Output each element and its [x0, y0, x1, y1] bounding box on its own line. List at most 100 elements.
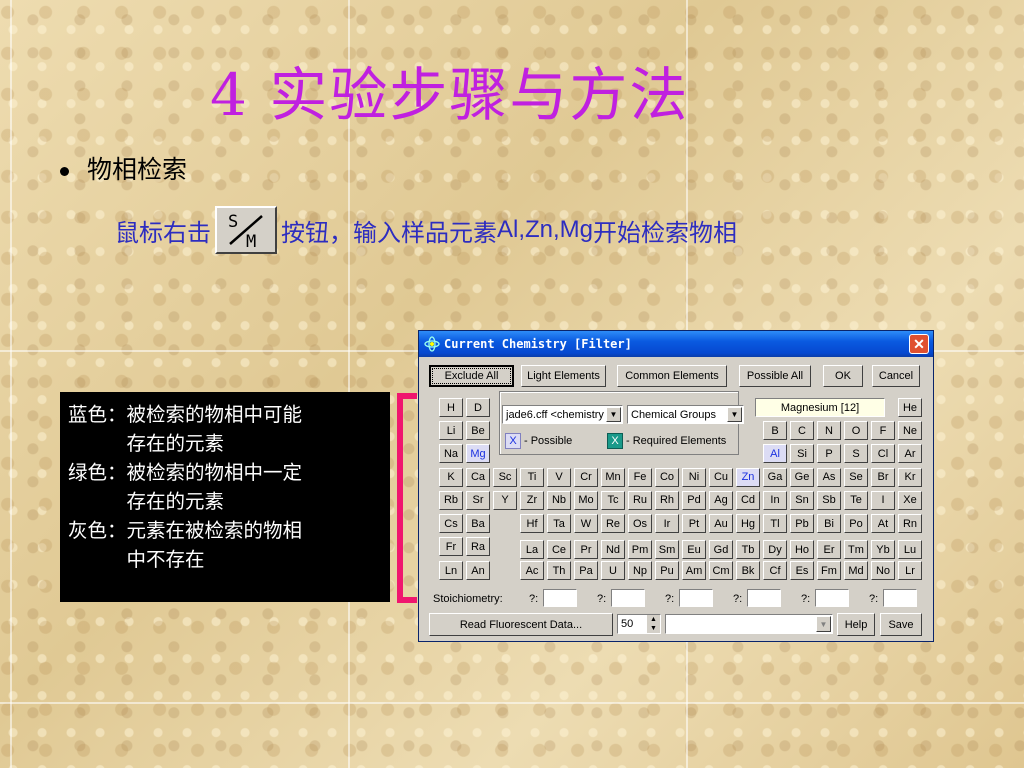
element-button-li[interactable]: Li	[439, 421, 463, 441]
element-button-h[interactable]: H	[439, 398, 463, 417]
element-button-sr[interactable]: Sr	[466, 490, 490, 510]
element-button-c[interactable]: C	[790, 421, 814, 441]
element-button-b[interactable]: B	[763, 421, 787, 441]
element-button-nb[interactable]: Nb	[547, 490, 571, 510]
element-button-v[interactable]: V	[547, 467, 571, 487]
element-button-he[interactable]: He	[898, 398, 922, 417]
help-button[interactable]: Help	[837, 613, 875, 636]
element-button-th[interactable]: Th	[547, 561, 571, 581]
element-button-es[interactable]: Es	[790, 561, 814, 581]
possible-all-button[interactable]: Possible All	[739, 365, 811, 387]
element-button-dy[interactable]: Dy	[763, 540, 787, 560]
element-button-ce[interactable]: Ce	[547, 540, 571, 560]
element-button-ga[interactable]: Ga	[763, 467, 787, 487]
element-button-zr[interactable]: Zr	[520, 490, 544, 510]
search-match-button[interactable]: S M	[215, 206, 277, 254]
stoich-input[interactable]	[543, 589, 577, 607]
element-button-an[interactable]: An	[466, 561, 490, 581]
element-button-rh[interactable]: Rh	[655, 490, 679, 510]
element-button-ta[interactable]: Ta	[547, 514, 571, 533]
element-button-ge[interactable]: Ge	[790, 467, 814, 487]
element-button-i[interactable]: I	[871, 490, 895, 510]
element-button-pr[interactable]: Pr	[574, 540, 598, 560]
element-button-o[interactable]: O	[844, 421, 868, 441]
element-button-k[interactable]: K	[439, 467, 463, 487]
element-button-in[interactable]: In	[763, 490, 787, 510]
element-button-pt[interactable]: Pt	[682, 514, 706, 533]
element-button-md[interactable]: Md	[844, 561, 868, 581]
element-button-pa[interactable]: Pa	[574, 561, 598, 581]
element-button-u[interactable]: U	[601, 561, 625, 581]
element-button-os[interactable]: Os	[628, 514, 652, 533]
element-button-cs[interactable]: Cs	[439, 514, 463, 533]
element-button-tm[interactable]: Tm	[844, 540, 868, 560]
element-button-ru[interactable]: Ru	[628, 490, 652, 510]
element-button-tl[interactable]: Tl	[763, 514, 787, 533]
element-button-ba[interactable]: Ba	[466, 514, 490, 533]
element-button-pm[interactable]: Pm	[628, 540, 652, 560]
element-button-p[interactable]: P	[817, 444, 841, 464]
element-button-ir[interactable]: Ir	[655, 514, 679, 533]
element-button-mo[interactable]: Mo	[574, 490, 598, 510]
element-button-bi[interactable]: Bi	[817, 514, 841, 533]
exclude-all-button[interactable]: Exclude All	[429, 365, 514, 387]
element-button-d[interactable]: D	[466, 398, 490, 417]
chemical-groups-select[interactable]: Chemical Groups ▼	[627, 405, 744, 424]
element-button-s[interactable]: S	[844, 444, 868, 464]
element-button-hg[interactable]: Hg	[736, 514, 760, 533]
element-button-at[interactable]: At	[871, 514, 895, 533]
element-button-tb[interactable]: Tb	[736, 540, 760, 560]
read-fluorescent-button[interactable]: Read Fluorescent Data...	[429, 613, 613, 636]
element-button-cl[interactable]: Cl	[871, 444, 895, 464]
element-button-cd[interactable]: Cd	[736, 490, 760, 510]
stoich-input[interactable]	[815, 589, 849, 607]
element-button-xe[interactable]: Xe	[898, 490, 922, 510]
light-elements-button[interactable]: Light Elements	[521, 365, 606, 387]
element-button-f[interactable]: F	[871, 421, 895, 441]
element-button-te[interactable]: Te	[844, 490, 868, 510]
element-button-ca[interactable]: Ca	[466, 467, 490, 487]
spin-arrows-icon[interactable]: ▲ ▼	[647, 615, 660, 633]
element-button-er[interactable]: Er	[817, 540, 841, 560]
element-button-rb[interactable]: Rb	[439, 490, 463, 510]
database-select[interactable]: jade6.cff <chemistry ▼	[502, 405, 623, 424]
element-button-si[interactable]: Si	[790, 444, 814, 464]
element-button-tc[interactable]: Tc	[601, 490, 625, 510]
element-button-la[interactable]: La	[520, 540, 544, 560]
element-button-re[interactable]: Re	[601, 514, 625, 533]
element-button-kr[interactable]: Kr	[898, 467, 922, 487]
element-button-mg[interactable]: Mg	[466, 444, 490, 464]
close-button[interactable]: ✕	[909, 334, 929, 354]
element-button-as[interactable]: As	[817, 467, 841, 487]
element-button-fe[interactable]: Fe	[628, 467, 652, 487]
element-button-sb[interactable]: Sb	[817, 490, 841, 510]
element-button-sm[interactable]: Sm	[655, 540, 679, 560]
element-button-no[interactable]: No	[871, 561, 895, 581]
element-button-au[interactable]: Au	[709, 514, 733, 533]
element-button-ar[interactable]: Ar	[898, 444, 922, 464]
common-elements-button[interactable]: Common Elements	[617, 365, 727, 387]
element-button-mn[interactable]: Mn	[601, 467, 625, 487]
element-button-am[interactable]: Am	[682, 561, 706, 581]
stoich-input[interactable]	[747, 589, 781, 607]
element-button-lu[interactable]: Lu	[898, 540, 922, 560]
element-button-np[interactable]: Np	[628, 561, 652, 581]
stoich-input[interactable]	[679, 589, 713, 607]
element-button-co[interactable]: Co	[655, 467, 679, 487]
stoich-input[interactable]	[883, 589, 917, 607]
element-button-fr[interactable]: Fr	[439, 537, 463, 557]
spin-field[interactable]: 50 ▲ ▼	[617, 614, 661, 634]
element-button-eu[interactable]: Eu	[682, 540, 706, 560]
element-button-ti[interactable]: Ti	[520, 467, 544, 487]
element-button-ni[interactable]: Ni	[682, 467, 706, 487]
element-button-po[interactable]: Po	[844, 514, 868, 533]
element-button-gd[interactable]: Gd	[709, 540, 733, 560]
element-button-na[interactable]: Na	[439, 444, 463, 464]
element-button-be[interactable]: Be	[466, 421, 490, 441]
element-button-ac[interactable]: Ac	[520, 561, 544, 581]
element-button-rn[interactable]: Rn	[898, 514, 922, 533]
element-button-nd[interactable]: Nd	[601, 540, 625, 560]
element-button-fm[interactable]: Fm	[817, 561, 841, 581]
element-button-cu[interactable]: Cu	[709, 467, 733, 487]
element-button-cm[interactable]: Cm	[709, 561, 733, 581]
